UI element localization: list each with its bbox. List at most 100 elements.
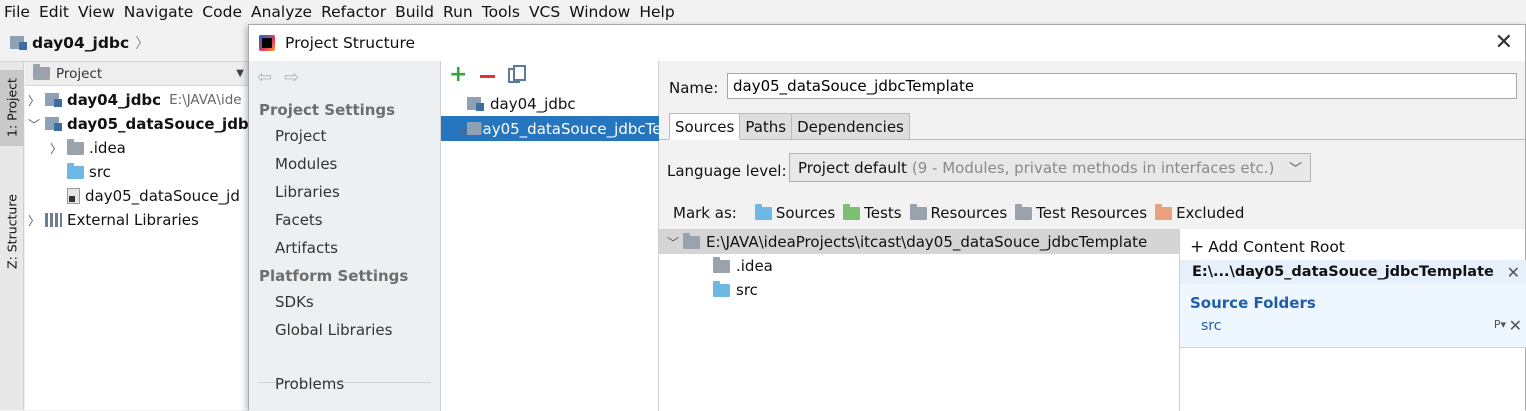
tree-row-src[interactable]: src (659, 278, 1179, 302)
intellij-logo-icon (259, 35, 275, 51)
collapse-arrow-icon[interactable]: ﹀ (27, 116, 41, 133)
nav-item-facets[interactable]: Facets (275, 211, 323, 229)
folder-icon (713, 256, 730, 273)
menu-build[interactable]: Build (391, 0, 439, 24)
tree-row-iml[interactable]: day05_dataSouce_jd (63, 184, 240, 208)
source-folder-item[interactable]: src (1201, 318, 1221, 334)
nav-section-project-settings: Project Settings (259, 101, 396, 119)
tree-row-root[interactable]: ﹀ E:\JAVA\ideaProjects\itcast\day05_data… (659, 230, 1179, 254)
chevron-right-icon: 〉 (135, 35, 150, 52)
sources-folder-icon (754, 203, 772, 220)
tab-paths[interactable]: Paths (740, 113, 793, 140)
tab-dependencies[interactable]: Dependencies (792, 113, 910, 140)
menu-edit[interactable]: Edit (35, 0, 74, 24)
folder-properties-glyph: P (1493, 318, 1501, 331)
dropdown-arrow-icon[interactable]: ▼ (236, 68, 244, 79)
module-file-icon (67, 188, 80, 204)
add-content-root-label: Add Content Root (1208, 238, 1345, 256)
mark-as-label: Mark as: (673, 204, 737, 222)
nav-item-problems[interactable]: Problems (275, 375, 344, 393)
add-content-root-button[interactable]: + Add Content Root (1190, 237, 1345, 257)
menu-tools[interactable]: Tools (478, 0, 525, 24)
tests-folder-icon (843, 203, 861, 220)
breadcrumb-project[interactable]: day04_jdbc (32, 34, 129, 52)
mark-excluded-button[interactable]: Excluded (1155, 203, 1245, 222)
tab-sources[interactable]: Sources (669, 113, 741, 140)
add-icon[interactable]: + (449, 64, 467, 86)
tree-row-label: .idea (89, 139, 126, 157)
mark-sources-button[interactable]: Sources (754, 203, 836, 222)
close-icon[interactable]: ✕ (1495, 31, 1513, 55)
tool-window-strip: 1: Project Z: Structure (0, 62, 24, 410)
project-panel-title: Project (56, 65, 103, 82)
expand-arrow-icon[interactable]: 〉 (27, 212, 41, 229)
tree-row-day05[interactable]: ﹀ day05_dataSouce_jdbc (27, 112, 258, 136)
tree-row-path: E:\JAVA\ide (169, 92, 242, 108)
tree-row-day04[interactable]: 〉 day04_jdbc E:\JAVA\ide (27, 88, 242, 112)
copy-icon[interactable] (508, 64, 527, 83)
forward-arrow-icon[interactable]: ⇨ (284, 67, 299, 88)
nav-item-sdks[interactable]: SDKs (275, 293, 314, 311)
expand-arrow-icon[interactable]: 〉 (49, 140, 63, 157)
source-folders-title: Source Folders (1190, 294, 1316, 312)
nav-item-modules[interactable]: Modules (275, 155, 337, 173)
content-root-tree: ﹀ E:\JAVA\ideaProjects\itcast\day05_data… (659, 229, 1179, 411)
mark-tests-label: Tests (864, 204, 902, 222)
module-icon (10, 35, 27, 50)
menu-vcs[interactable]: VCS (525, 0, 565, 24)
back-arrow-icon[interactable]: ⇦ (257, 67, 272, 88)
language-level-select[interactable]: Project default (9 - Modules, private me… (789, 153, 1311, 182)
mark-resources-button[interactable]: Resources (909, 203, 1007, 222)
project-panel: Project ▼ 〉 day04_jdbc E:\JAVA\ide ﹀ day… (25, 62, 258, 410)
nav-item-global-libraries[interactable]: Global Libraries (275, 321, 392, 339)
collapse-arrow-icon[interactable]: ﹀ (663, 234, 683, 251)
tree-row-idea[interactable]: .idea (659, 254, 1179, 278)
libraries-icon (45, 213, 62, 227)
nav-item-project[interactable]: Project (275, 127, 326, 145)
menu-navigate[interactable]: Navigate (120, 0, 199, 24)
tree-row-src[interactable]: src (63, 160, 111, 184)
name-label: Name: (669, 79, 719, 97)
modules-toolbar: + (449, 64, 527, 86)
project-panel-header[interactable]: Project ▼ (25, 62, 250, 86)
project-tool-tab[interactable]: 1: Project (0, 70, 24, 146)
language-level-value: Project default (798, 158, 907, 177)
menu-analyze[interactable]: Analyze (247, 0, 317, 24)
module-label: day05_dataSouce_jdbcTemplate (473, 119, 659, 138)
remove-root-icon[interactable]: ✕ (1507, 263, 1520, 282)
menu-help[interactable]: Help (635, 0, 679, 24)
remove-source-folder-icon[interactable]: ✕ (1509, 316, 1522, 335)
module-row-day05[interactable]: day05_dataSouce_jdbcTemplate (441, 116, 659, 141)
folder-properties-icon[interactable]: P▾ (1494, 318, 1506, 331)
structure-tool-tab[interactable]: Z: Structure (0, 182, 24, 282)
mark-as-bar: Mark as: Sources Tests Resources Test Re… (673, 203, 1252, 222)
menu-window[interactable]: Window (565, 0, 635, 24)
menu-file[interactable]: File (0, 0, 35, 24)
content-root-panel: + Add Content Root E:\...\day05_dataSouce… (1179, 229, 1526, 411)
nav-section-platform-settings: Platform Settings (259, 267, 409, 285)
mark-tests-button[interactable]: Tests (843, 203, 902, 222)
tree-row-external-libraries[interactable]: 〉 External Libraries (27, 208, 199, 232)
source-folders-section: Source Folders src P▾ ✕ (1180, 284, 1526, 348)
menu-run[interactable]: Run (439, 0, 478, 24)
menu-code[interactable]: Code (198, 0, 247, 24)
dialog-title: Project Structure (285, 34, 416, 52)
mark-sources-label: Sources (775, 204, 836, 222)
module-name-input[interactable] (727, 73, 1517, 99)
nav-item-artifacts[interactable]: Artifacts (275, 239, 338, 257)
tree-row-label: day05_dataSouce_jd (85, 187, 240, 205)
remove-icon[interactable] (480, 74, 496, 78)
tree-row-label: day04_jdbc (67, 91, 162, 109)
nav-item-libraries[interactable]: Libraries (275, 183, 340, 201)
module-tabs: Sources Paths Dependencies (669, 113, 910, 140)
menu-refactor[interactable]: Refactor (317, 0, 391, 24)
module-row-day04[interactable]: day04_jdbc (441, 91, 659, 116)
tree-row-label: day05_dataSouce_jdbc (67, 115, 258, 133)
menu-view[interactable]: View (74, 0, 120, 24)
expand-arrow-icon[interactable]: 〉 (27, 92, 41, 109)
plus-icon: + (1190, 237, 1205, 257)
mark-test-resources-button[interactable]: Test Resources (1015, 203, 1147, 222)
folder-icon (67, 138, 84, 155)
mark-excluded-label: Excluded (1176, 204, 1245, 222)
tree-row-idea[interactable]: 〉 .idea (49, 136, 126, 160)
